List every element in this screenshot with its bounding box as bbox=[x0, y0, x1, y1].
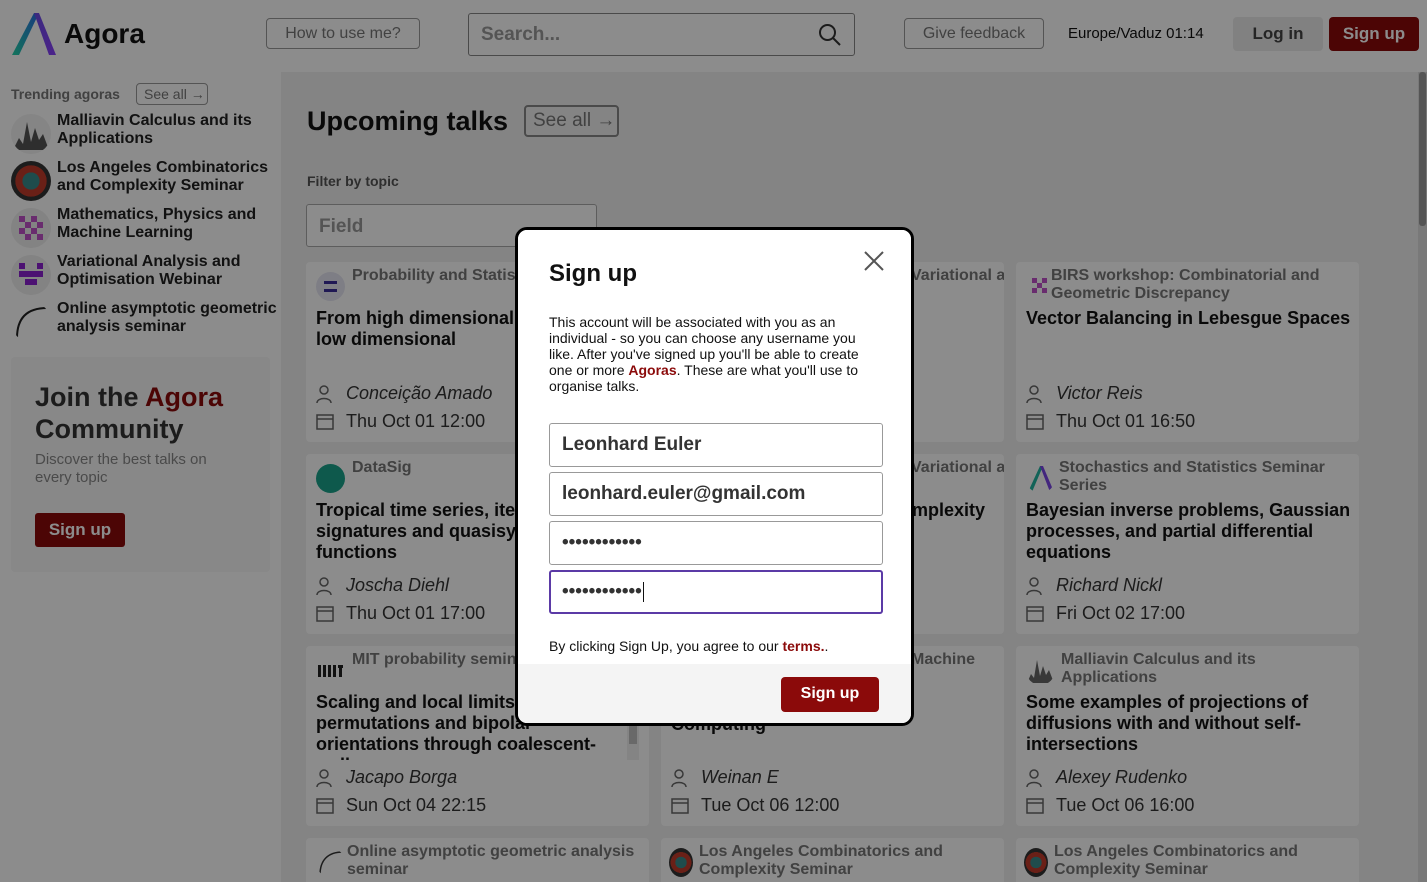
signup-modal: Sign up This account will be associated … bbox=[515, 227, 914, 726]
modal-title: Sign up bbox=[549, 260, 637, 287]
modal-description: This account will be associated with you… bbox=[549, 314, 859, 394]
text-caret bbox=[642, 581, 644, 602]
close-icon[interactable] bbox=[863, 250, 885, 272]
terms-link[interactable]: terms. bbox=[782, 638, 824, 654]
modal-signup-button[interactable]: Sign up bbox=[781, 677, 879, 712]
name-field[interactable]: Leonhard Euler bbox=[549, 423, 883, 467]
password-field[interactable]: •••••••••••• bbox=[549, 521, 883, 565]
terms-text: By clicking Sign Up, you agree to our te… bbox=[549, 638, 829, 654]
confirm-password-field[interactable]: •••••••••••• bbox=[549, 570, 883, 614]
email-field[interactable]: leonhard.euler@gmail.com bbox=[549, 472, 883, 516]
agoras-link[interactable]: Agoras bbox=[628, 362, 676, 378]
